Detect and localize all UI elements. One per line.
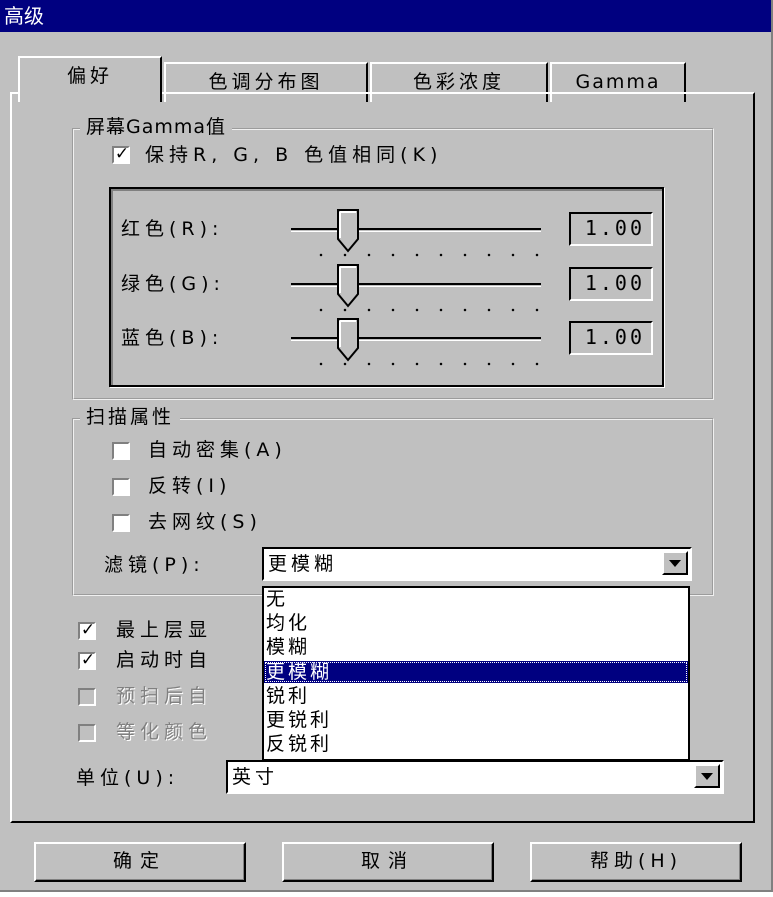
keep-same-checkbox[interactable]: ✓ (112, 144, 130, 164)
filter-dropdown-list: 无 均化 模糊 更模糊 锐利 更锐利 反锐利 (262, 586, 690, 761)
blue-slider-track[interactable] (291, 337, 541, 341)
equalize-color-label: 等化颜色 (116, 721, 213, 743)
gamma-sliders-panel: 红色(R): 1.00 绿色(G): 1.00 蓝色(B): 1.00 (109, 187, 664, 387)
filter-option-none[interactable]: 无 (264, 588, 688, 610)
filter-select[interactable]: 更模糊 (262, 547, 692, 581)
blue-label: 蓝色(B): (121, 327, 224, 349)
filter-option-sharpen[interactable]: 锐利 (264, 685, 688, 707)
filter-select-value: 更模糊 (268, 553, 338, 575)
startup-auto-checkbox[interactable]: ✓ (78, 650, 96, 670)
blue-slider-ticks (309, 362, 549, 366)
red-slider-ticks (309, 253, 549, 257)
unit-select[interactable]: 英寸 (226, 760, 724, 794)
red-label: 红色(R): (121, 218, 224, 240)
filter-option-sharpen-more[interactable]: 更锐利 (264, 709, 688, 731)
advanced-dialog: 高级 偏好 色调分布图 色彩浓度 Gamma 屏幕Gamma值 ✓ 保持R, G… (0, 0, 773, 892)
tab-label: 色彩浓度 (412, 71, 505, 93)
green-slider-ticks (309, 308, 549, 312)
equalize-color-checkbox[interactable] (78, 724, 96, 742)
chevron-down-icon (701, 773, 713, 780)
invert-label: 反转(I) (148, 475, 232, 497)
checkmark-icon: ✓ (80, 650, 96, 670)
tab-preferences[interactable]: 偏好 (18, 56, 162, 102)
startup-auto-label: 启动时自 (116, 649, 213, 671)
tab-label: Gamma (575, 71, 661, 93)
auto-dense-checkbox[interactable] (112, 442, 130, 460)
unit-label: 单位(U): (76, 767, 180, 789)
blue-value-field[interactable]: 1.00 (569, 321, 653, 355)
filter-option-average[interactable]: 均化 (264, 612, 688, 634)
gamma-group-title: 屏幕Gamma值 (80, 116, 233, 138)
red-value-field[interactable]: 1.00 (569, 212, 653, 246)
window-title: 高级 (4, 4, 44, 28)
green-value-field[interactable]: 1.00 (569, 267, 653, 301)
prescan-auto-label: 预扫后自 (116, 685, 213, 707)
checkmark-icon: ✓ (114, 144, 130, 164)
descreen-checkbox[interactable] (112, 514, 130, 532)
title-bar: 高级 (0, 0, 771, 32)
green-slider-thumb[interactable] (337, 264, 359, 308)
descreen-label: 去网纹(S) (148, 511, 262, 533)
keep-same-label: 保持R, G, B 色值相同(K) (145, 144, 443, 166)
invert-checkbox[interactable] (112, 478, 130, 496)
always-on-top-label: 最上层显 (116, 619, 213, 641)
cancel-button[interactable]: 取消 (282, 842, 494, 882)
checkmark-icon: ✓ (80, 620, 96, 640)
unit-dropdown-button[interactable] (694, 764, 720, 788)
filter-option-unsharp[interactable]: 反锐利 (264, 733, 688, 755)
red-slider-track[interactable] (291, 228, 541, 232)
green-slider-track[interactable] (291, 283, 541, 287)
green-label: 绿色(G): (121, 273, 225, 295)
filter-label: 滤镜(P): (104, 554, 205, 576)
tab-label: 偏好 (66, 65, 113, 87)
red-slider-thumb[interactable] (337, 209, 359, 253)
chevron-down-icon (669, 560, 681, 567)
help-button[interactable]: 帮助(H) (530, 842, 742, 882)
scan-group-title: 扫描属性 (80, 406, 181, 428)
prescan-auto-checkbox[interactable] (78, 688, 96, 706)
ok-button[interactable]: 确定 (34, 842, 246, 882)
auto-dense-label: 自动密集(A) (148, 439, 287, 461)
tab-label: 色调分布图 (208, 71, 324, 93)
blue-slider-thumb[interactable] (337, 318, 359, 362)
filter-option-blur[interactable]: 模糊 (264, 636, 688, 658)
unit-select-value: 英寸 (232, 766, 279, 788)
filter-option-blur-more[interactable]: 更模糊 (264, 661, 688, 683)
filter-dropdown-button[interactable] (662, 551, 688, 575)
always-on-top-checkbox[interactable]: ✓ (78, 620, 96, 640)
